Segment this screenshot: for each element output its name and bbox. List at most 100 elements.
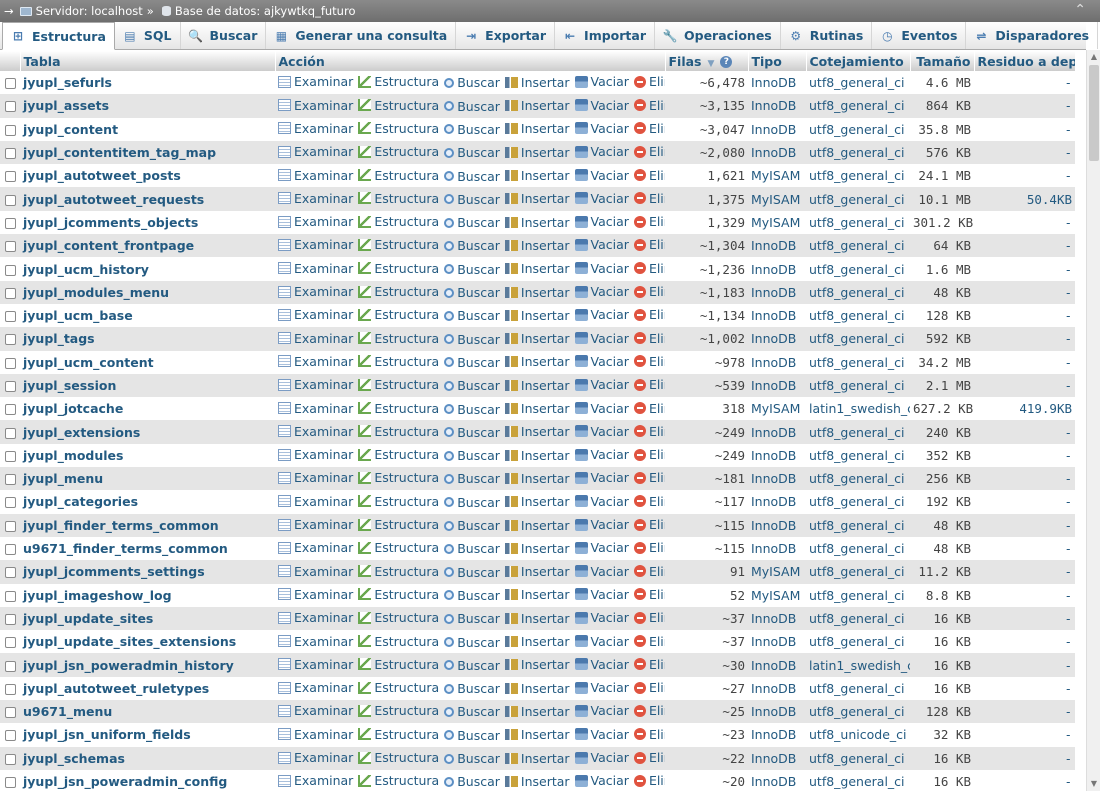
estructura-action[interactable]: Estructura [358,773,439,788]
vaciar-action[interactable]: Vaciar [574,354,629,369]
insertar-action[interactable]: Insertar [504,587,570,602]
table-name-link[interactable]: jyupl_content_frontpage [20,234,275,258]
vaciar-action[interactable]: Vaciar [574,773,629,788]
eliminar-action[interactable]: Eliminar [633,680,665,695]
scroll-down-icon[interactable]: ▼ [1087,777,1100,791]
table-name-link[interactable]: jyupl_jotcache [20,397,275,421]
examinar-action[interactable]: Examinar [278,121,353,136]
table-name-link[interactable]: jyupl_tags [20,327,275,351]
examinar-action[interactable]: Examinar [278,354,353,369]
buscar-action[interactable]: Buscar [444,565,500,580]
insertar-action[interactable]: Insertar [504,471,570,486]
table-name-link[interactable]: jyupl_update_sites_extensions [20,630,275,654]
row-checkbox[interactable] [4,217,16,229]
eliminar-action[interactable]: Eliminar [633,773,665,788]
tab-buscar[interactable]: 🔍 Buscar [181,22,267,49]
eliminar-action[interactable]: Eliminar [633,494,665,509]
buscar-action[interactable]: Buscar [444,448,500,463]
insertar-action[interactable]: Insertar [504,774,570,789]
row-checkbox[interactable] [4,357,16,369]
row-checkbox[interactable] [4,241,16,253]
buscar-action[interactable]: Buscar [444,145,500,160]
buscar-action[interactable]: Buscar [444,169,500,184]
row-checkbox[interactable] [4,777,16,789]
estructura-action[interactable]: Estructura [358,657,439,672]
table-name-link[interactable]: jyupl_extensions [20,420,275,444]
vaciar-action[interactable]: Vaciar [574,494,629,509]
examinar-action[interactable]: Examinar [278,610,353,625]
vaciar-action[interactable]: Vaciar [574,307,629,322]
eliminar-action[interactable]: Eliminar [633,540,665,555]
buscar-action[interactable]: Buscar [444,751,500,766]
eliminar-action[interactable]: Eliminar [633,703,665,718]
vaciar-action[interactable]: Vaciar [574,610,629,625]
buscar-action[interactable]: Buscar [444,774,500,789]
scrollbar-thumb[interactable] [1089,65,1099,161]
vaciar-action[interactable]: Vaciar [574,377,629,392]
vaciar-action[interactable]: Vaciar [574,447,629,462]
estructura-action[interactable]: Estructura [358,284,439,299]
row-checkbox[interactable] [4,287,16,299]
estructura-action[interactable]: Estructura [358,121,439,136]
table-name-link[interactable]: jyupl_autotweet_requests [20,187,275,211]
table-name-link[interactable]: jyupl_content [20,117,275,141]
examinar-action[interactable]: Examinar [278,424,353,439]
vaciar-action[interactable]: Vaciar [574,470,629,485]
buscar-action[interactable]: Buscar [444,262,500,277]
buscar-action[interactable]: Buscar [444,402,500,417]
table-name-link[interactable]: jyupl_update_sites [20,606,275,631]
eliminar-action[interactable]: Eliminar [633,214,665,229]
eliminar-action[interactable]: Eliminar [633,657,665,672]
insertar-action[interactable]: Insertar [504,727,570,742]
estructura-action[interactable]: Estructura [358,424,439,439]
row-checkbox[interactable] [4,311,16,323]
insertar-action[interactable]: Insertar [504,121,570,136]
buscar-action[interactable]: Buscar [444,308,500,323]
examinar-action[interactable]: Examinar [278,331,353,346]
table-name-link[interactable]: jyupl_session [20,373,275,398]
table-name-link[interactable]: jyupl_autotweet_posts [20,164,275,188]
row-checkbox[interactable] [4,334,16,346]
tab-operaciones[interactable]: 🔧 Operaciones [655,22,781,49]
examinar-action[interactable]: Examinar [278,401,353,416]
insertar-action[interactable]: Insertar [504,261,570,276]
table-name-link[interactable]: jyupl_autotweet_ruletypes [20,676,275,701]
examinar-action[interactable]: Examinar [278,447,353,462]
examinar-action[interactable]: Examinar [278,284,353,299]
table-name-link[interactable]: jyupl_ucm_base [20,303,275,328]
examinar-action[interactable]: Examinar [278,703,353,718]
insertar-action[interactable]: Insertar [504,401,570,416]
help-icon[interactable]: ? [720,56,733,68]
examinar-action[interactable]: Examinar [278,168,353,183]
insertar-action[interactable]: Insertar [504,285,570,300]
examinar-action[interactable]: Examinar [278,773,353,788]
table-name-link[interactable]: jyupl_modules [20,443,275,468]
row-checkbox[interactable] [4,753,16,765]
tab-estructura[interactable]: ⊞ Estructura [2,22,115,50]
vaciar-action[interactable]: Vaciar [574,191,629,206]
eliminar-action[interactable]: Eliminar [633,168,665,183]
buscar-action[interactable]: Buscar [444,122,500,137]
table-name-link[interactable]: jyupl_imageshow_log [20,583,275,607]
estructura-action[interactable]: Estructura [358,168,439,183]
vaciar-action[interactable]: Vaciar [574,424,629,439]
insertar-action[interactable]: Insertar [504,378,570,393]
breadcrumb-database[interactable]: Base de datos: ajkywtkq_futuro [175,4,356,18]
insertar-action[interactable]: Insertar [504,681,570,696]
header-residuo[interactable]: Residuo a depurar [974,51,1100,71]
row-checkbox[interactable] [4,707,16,719]
examinar-action[interactable]: Examinar [278,470,353,485]
examinar-action[interactable]: Examinar [278,540,353,555]
buscar-action[interactable]: Buscar [444,518,500,533]
table-name-link[interactable]: u9671_menu [20,700,275,724]
estructura-action[interactable]: Estructura [358,191,439,206]
header-tamano[interactable]: Tamaño [910,51,975,71]
estructura-action[interactable]: Estructura [358,750,439,765]
row-checkbox[interactable] [4,148,16,160]
header-tabla[interactable]: Tabla [20,51,276,71]
breadcrumb-server[interactable]: Servidor: localhost [36,4,143,18]
table-name-link[interactable]: jyupl_jsn_poweradmin_history [20,653,275,677]
vaciar-action[interactable]: Vaciar [574,168,629,183]
row-checkbox[interactable] [4,78,16,90]
tab-disparadores[interactable]: ⇌ Disparadores [966,22,1099,49]
